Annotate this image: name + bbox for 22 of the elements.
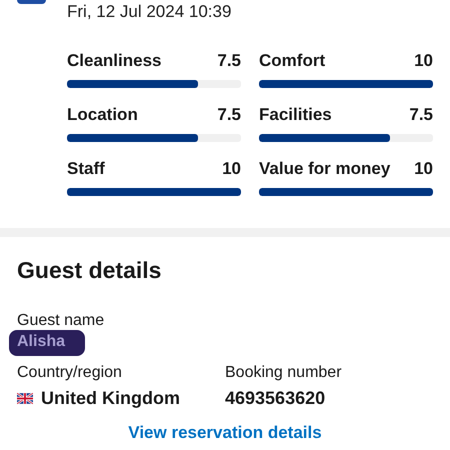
field-label: Country/region [17,364,123,382]
score-value: 7.5 [217,105,241,125]
score-label: Cleanliness [67,51,162,71]
score-label: Staff [67,159,105,179]
field-label: Booking number [225,364,343,382]
field-label: Guest name [17,312,106,330]
score-value: 7.5 [409,105,433,125]
score-label: Value for money [259,159,390,179]
score-label: Location [67,105,138,125]
score-value: 10 [414,159,433,179]
score-label: Facilities [259,105,332,125]
section-title: Guest details [17,257,162,284]
flag-icon [17,393,33,404]
guest-name: Alisha [9,330,86,356]
country-value: United Kingdom [41,388,180,409]
score-label: Comfort [259,51,326,71]
score-value: 10 [222,159,241,179]
score-value: 7.5 [217,51,241,71]
score-value: 10 [414,51,433,71]
review-date: Fri, 12 Jul 2024 10:39 [67,1,232,22]
booking-number: 4693563620 [225,388,326,409]
view-details-link[interactable]: View reservation details [128,423,322,442]
